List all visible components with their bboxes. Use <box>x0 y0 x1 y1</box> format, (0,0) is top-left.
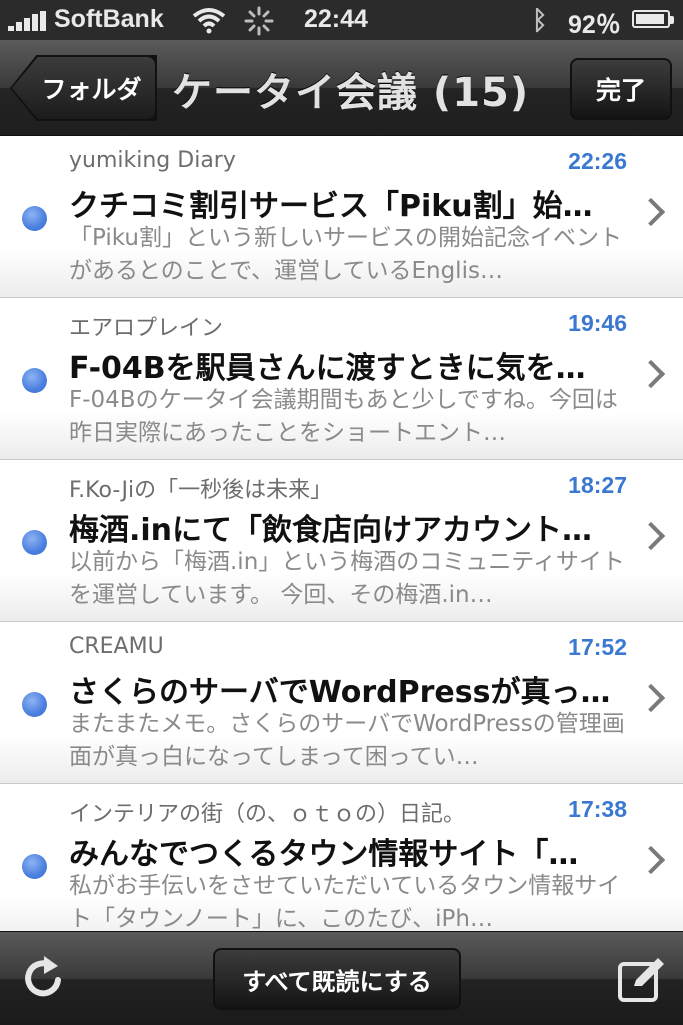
refresh-icon[interactable] <box>20 954 68 1002</box>
item-time: 22:26 <box>568 148 627 174</box>
unread-dot-icon <box>22 854 47 879</box>
unread-dot-icon <box>22 206 47 231</box>
battery-fill <box>636 14 664 24</box>
item-source: エアロプレイン <box>69 316 224 341</box>
item-summary: またまたメモ。さくらのサーバでWordPressの管理画面が真っ白になってしまっ… <box>69 711 625 770</box>
unread-dot-icon <box>22 530 47 555</box>
bottom-toolbar: すべて既読にする <box>0 931 683 1025</box>
item-title: みんなでつくるタウン情報サイト「… <box>69 837 579 872</box>
unread-dot-icon <box>22 368 47 393</box>
chevron-right-icon <box>636 359 666 389</box>
chevron-right-icon <box>636 197 666 227</box>
list-item[interactable]: yumiking Diary 22:26 クチコミ割引サービス「Piku割」始…… <box>0 136 683 298</box>
item-summary: 「Piku割」という新しいサービスの開始記念イベントがあるとのことで、運営してい… <box>69 225 622 284</box>
list-item[interactable]: CREAMU 17:52 さくらのサーバでWordPressが真っ… またまたメ… <box>0 622 683 784</box>
item-title: クチコミ割引サービス「Piku割」始… <box>69 189 593 224</box>
item-time: 17:38 <box>568 796 627 822</box>
chevron-right-icon <box>636 683 666 713</box>
unread-dot-icon <box>22 692 47 717</box>
item-source: F.Ko-Jiの「一秒後は未来」 <box>69 478 333 503</box>
compose-icon[interactable] <box>616 954 666 1004</box>
item-time: 19:46 <box>568 310 627 336</box>
signal-icon <box>8 11 48 31</box>
item-title: 梅酒.inにて「飲食店向けアカウント… <box>69 513 593 548</box>
item-title: F-04Bを駅員さんに渡すときに気を… <box>69 351 586 386</box>
activity-spinner-icon <box>244 6 274 36</box>
done-button[interactable]: 完了 <box>570 58 672 120</box>
item-summary: 私がお手伝いをさせていただいているタウン情報サイト「タウンノート」に、このたび、… <box>69 873 621 931</box>
navigation-bar: フォルダ ケータイ会議 (15) 完了 <box>0 40 683 136</box>
battery-icon <box>632 10 674 28</box>
item-source: インテリアの街（の、ｏｔｏの）日記。 <box>69 802 466 827</box>
item-source: CREAMU <box>69 634 164 659</box>
mark-all-read-button[interactable]: すべて既読にする <box>213 948 461 1010</box>
item-title: さくらのサーバでWordPressが真っ… <box>69 675 611 710</box>
battery-percent: 92％ <box>568 11 621 39</box>
status-time: 22:44 <box>304 5 368 33</box>
item-time: 17:52 <box>568 634 627 660</box>
list-item[interactable]: エアロプレイン 19:46 F-04Bを駅員さんに渡すときに気を… F-04Bの… <box>0 298 683 460</box>
bluetooth-icon: ᛒ <box>532 5 548 35</box>
item-time: 18:27 <box>568 472 627 498</box>
item-source: yumiking Diary <box>69 148 236 173</box>
wifi-icon <box>192 8 226 34</box>
chevron-right-icon <box>636 521 666 551</box>
list-item[interactable]: インテリアの街（の、ｏｔｏの）日記。 17:38 みんなでつくるタウン情報サイト… <box>0 784 683 931</box>
status-bar: SoftBank 22:44 ᛒ 92％ <box>0 0 683 40</box>
list-item[interactable]: F.Ko-Jiの「一秒後は未来」 18:27 梅酒.inにて「飲食店向けアカウン… <box>0 460 683 622</box>
page-title: ケータイ会議 (15) <box>172 70 530 116</box>
item-summary: F-04Bのケータイ会議期間もあと少しですね。今回は昨日実際にあったことをショー… <box>69 387 618 446</box>
back-button[interactable]: フォルダ <box>12 57 155 119</box>
chevron-right-icon <box>636 845 666 875</box>
article-list: yumiking Diary 22:26 クチコミ割引サービス「Piku割」始…… <box>0 136 683 931</box>
item-summary: 以前から「梅酒.in」という梅酒のコミュニティサイトを運営しています。 今回、そ… <box>69 549 625 608</box>
carrier-label: SoftBank <box>54 5 164 33</box>
